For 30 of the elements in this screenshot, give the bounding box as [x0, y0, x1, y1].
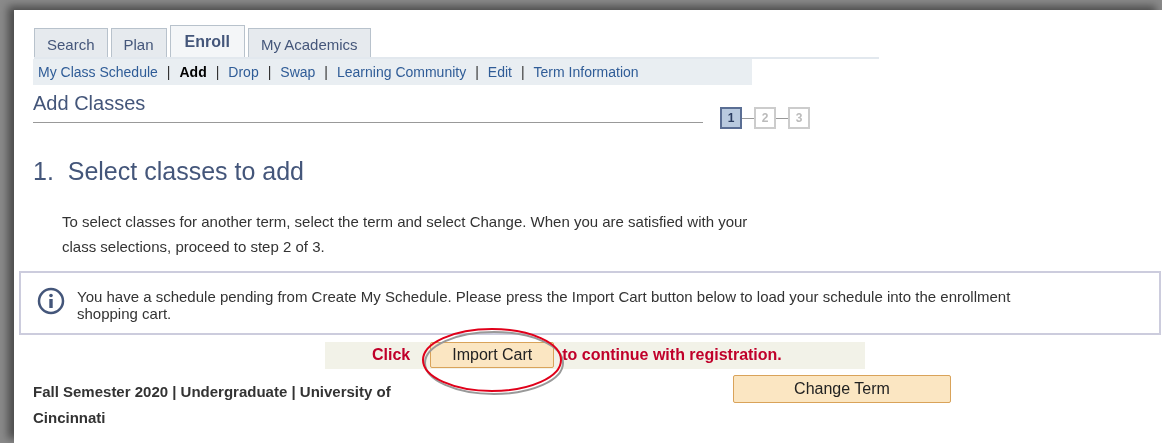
- separator: |: [475, 62, 479, 82]
- separator: |: [215, 62, 220, 82]
- subnav-link[interactable]: Learning Community: [337, 61, 467, 83]
- subnav-link[interactable]: My Class Schedule: [38, 61, 158, 83]
- info-message: You have a schedule pending from Create My Schedule. Please press the Import Cart button below to load your schedule into the enrollment shopping cart.: [77, 287, 1012, 322]
- separator: |: [166, 62, 171, 82]
- subnav-link[interactable]: Drop: [228, 61, 259, 83]
- change-term-button[interactable]: Change Term: [733, 374, 951, 403]
- continue-text: to continue with registration.: [562, 345, 782, 365]
- step-indicator: 3: [788, 107, 810, 129]
- instructions-text: To select classes for another term, select the term and select Change. When you are satisfied with your class selections, proceed to step 2 of 3.: [62, 211, 749, 257]
- subnav-link[interactable]: Add: [179, 61, 207, 83]
- subnav-link[interactable]: Swap: [280, 61, 316, 83]
- step-indicator: 1: [720, 107, 742, 129]
- term-label: Fall Semester 2020 | Undergraduate | University of Cincinnati: [33, 381, 392, 428]
- click-text: Click: [372, 345, 411, 365]
- nav-tab[interactable]: My Academics: [247, 28, 371, 57]
- subnav-link[interactable]: Term Information: [533, 61, 639, 83]
- step-heading: 1. Select classes to add: [33, 156, 305, 187]
- step-indicator: 2: [754, 107, 776, 129]
- nav-tab[interactable]: Plan: [110, 28, 167, 57]
- separator: |: [267, 62, 272, 82]
- subnav-link[interactable]: Edit: [487, 61, 512, 83]
- separator: |: [324, 62, 328, 82]
- nav-tab[interactable]: Enroll: [169, 25, 245, 57]
- nav-tab[interactable]: Search: [34, 28, 108, 57]
- page-title: Add Classes: [33, 88, 703, 123]
- separator: |: [520, 62, 525, 82]
- import-cart-button[interactable]: Import Cart: [430, 342, 555, 368]
- info-icon: [37, 286, 65, 315]
